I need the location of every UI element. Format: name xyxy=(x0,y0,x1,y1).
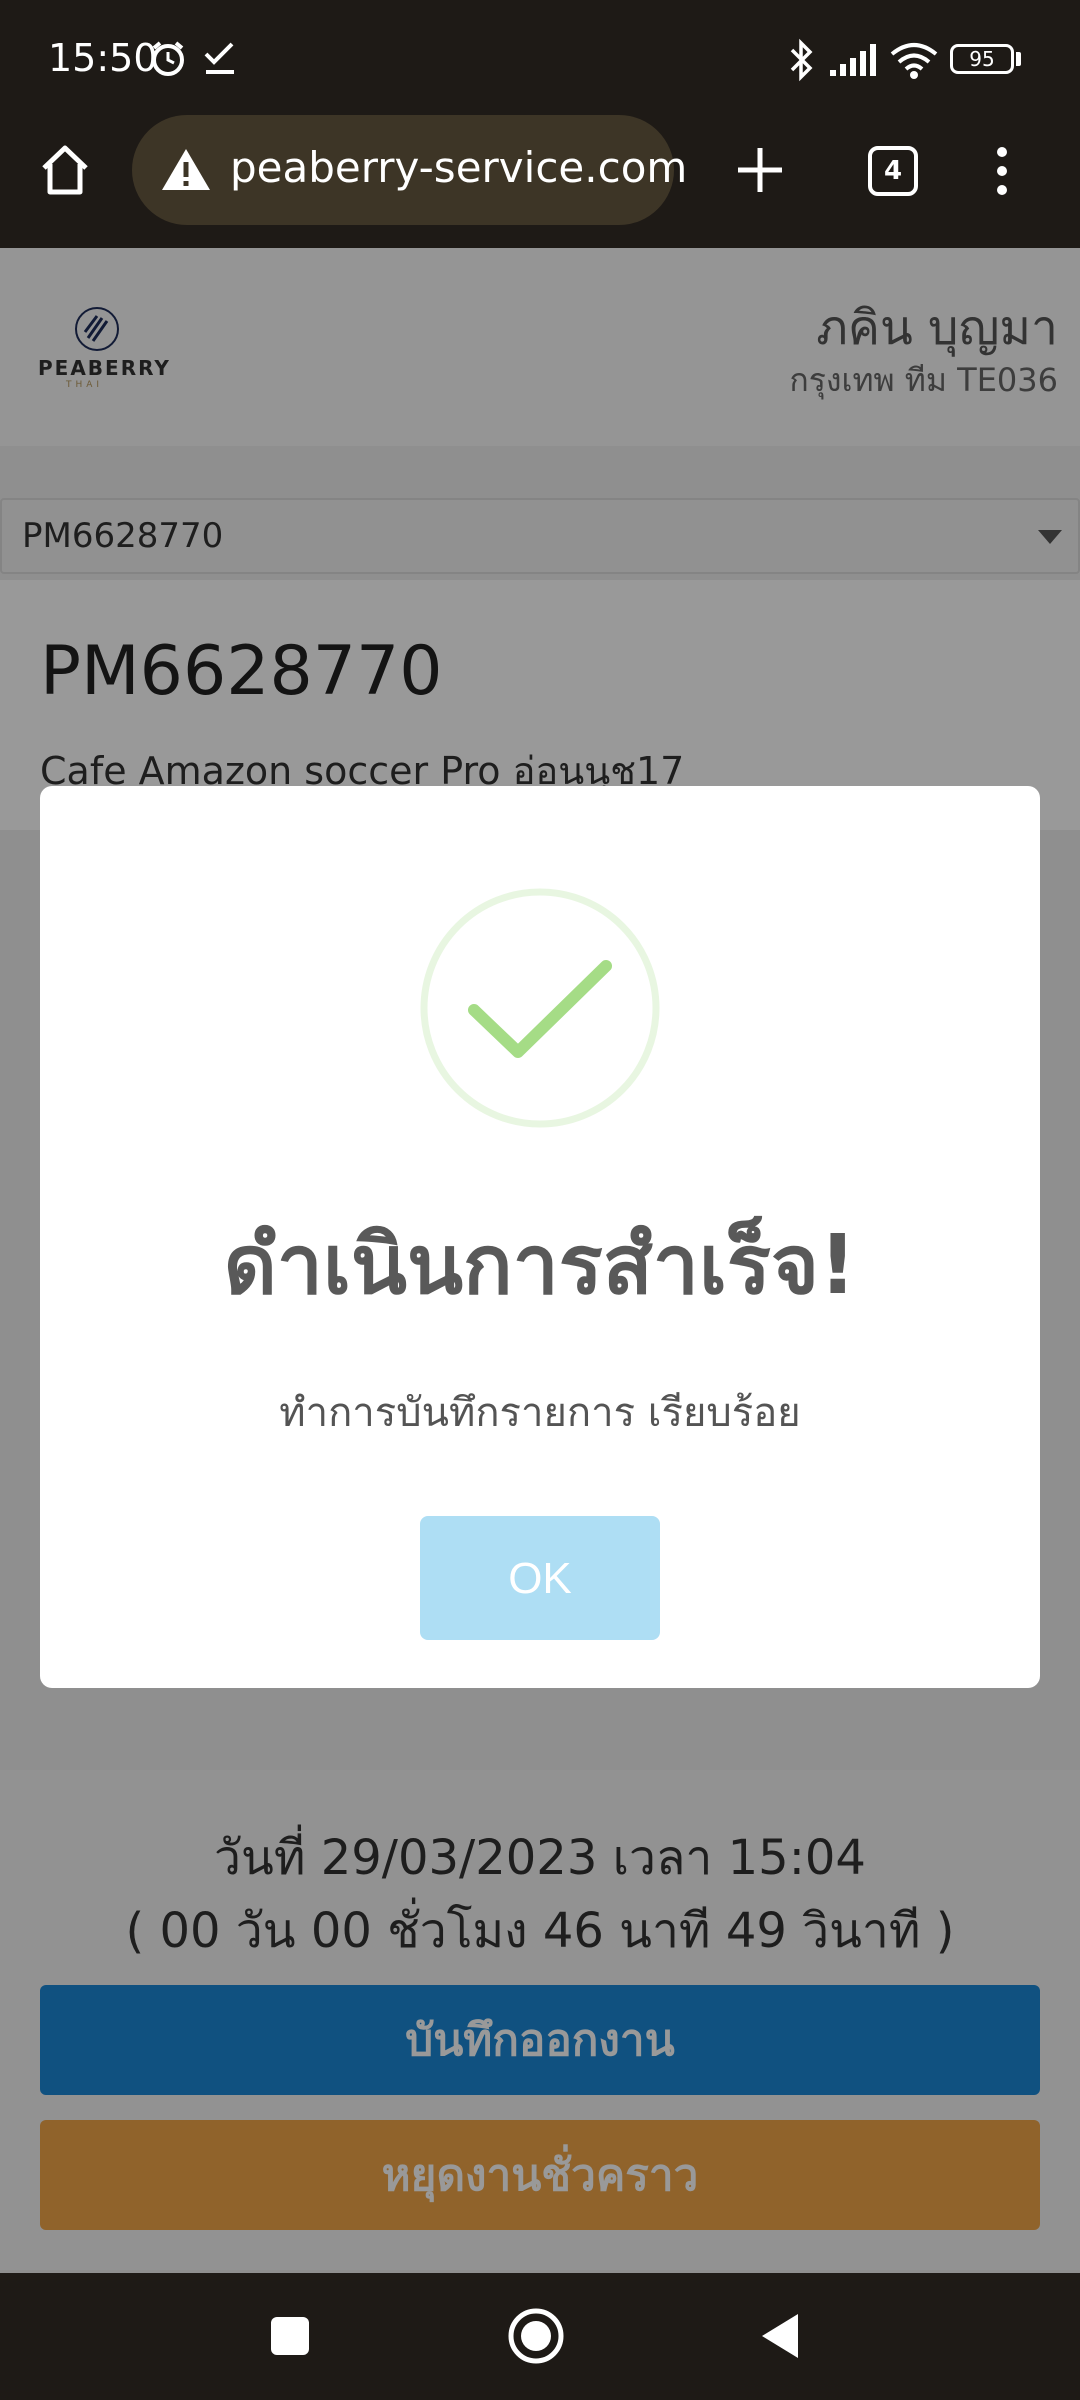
alarm-icon xyxy=(152,41,184,76)
battery-tip xyxy=(1016,52,1021,66)
status-time: 15:50 xyxy=(48,36,158,80)
modal-title: ดำเนินการสำเร็จ! xyxy=(223,1218,857,1313)
ok-button[interactable]: OK xyxy=(420,1516,660,1640)
url-text[interactable]: peaberry-service.com xyxy=(230,143,687,192)
warning-icon[interactable] xyxy=(160,146,212,192)
tabs-button[interactable]: 4 xyxy=(868,146,918,196)
more-icon[interactable] xyxy=(992,144,1012,198)
success-check-icon xyxy=(420,888,660,1128)
add-tab-icon[interactable] xyxy=(736,146,784,194)
modal-message: ทำการบันทึกรายการ เรียบร้อย xyxy=(279,1390,801,1436)
home-icon[interactable] xyxy=(36,140,94,198)
home-circle-icon[interactable] xyxy=(506,2306,566,2366)
battery-icon: 95 xyxy=(950,44,1014,74)
recents-icon[interactable] xyxy=(268,2314,312,2358)
signal-icon xyxy=(830,44,876,76)
wifi-icon xyxy=(890,43,938,79)
check-icon xyxy=(204,42,234,74)
back-icon[interactable] xyxy=(758,2310,804,2362)
bluetooth-icon xyxy=(790,38,813,82)
